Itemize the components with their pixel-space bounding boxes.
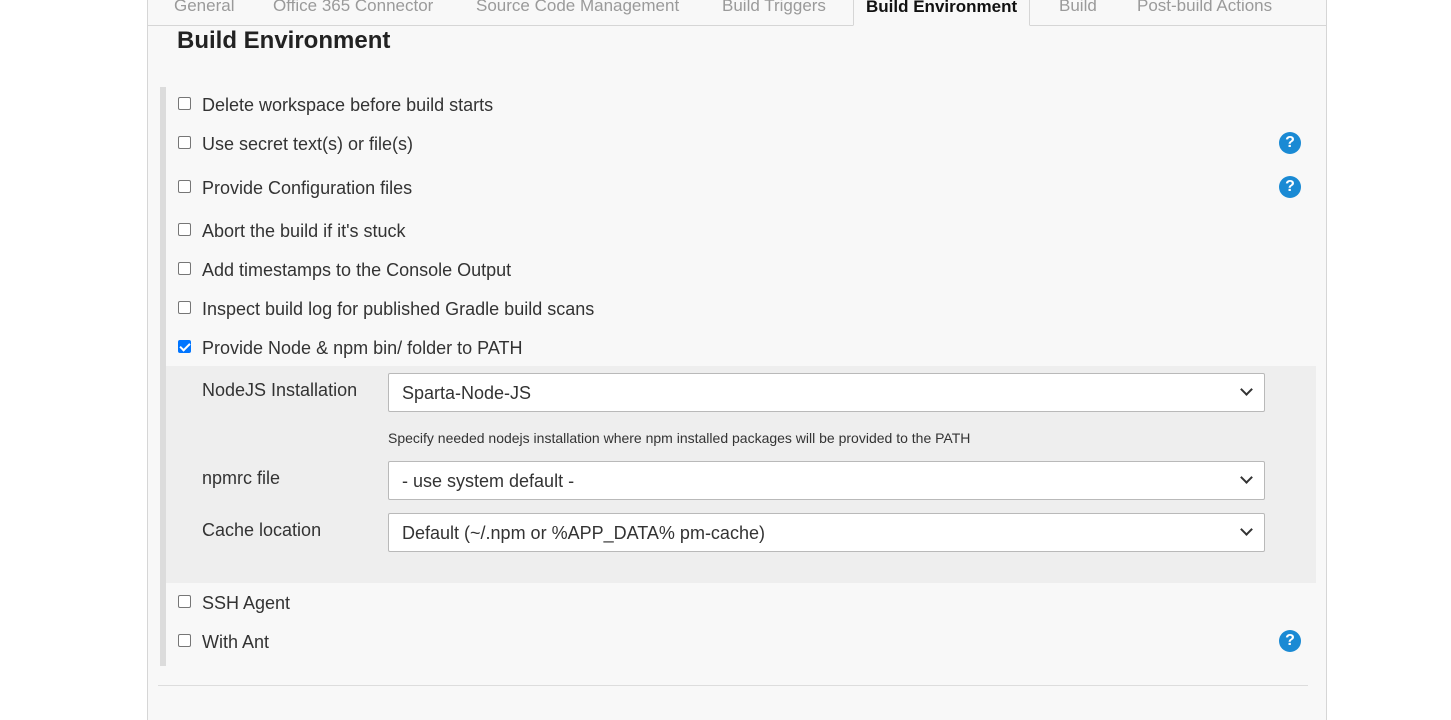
option-use-secret-text[interactable]: Use secret text(s) or file(s) xyxy=(178,132,413,156)
nodejs-installation-select[interactable]: Sparta-Node-JS xyxy=(388,373,1265,412)
config-panel: General Office 365 Connector Source Code… xyxy=(147,0,1327,720)
npmrc-file-select[interactable]: - use system default - xyxy=(388,461,1265,500)
option-inspect-gradle-scans[interactable]: Inspect build log for published Gradle b… xyxy=(178,297,594,321)
option-delete-workspace[interactable]: Delete workspace before build starts xyxy=(178,93,493,117)
chevron-down-icon xyxy=(1240,471,1253,484)
option-provide-node-npm[interactable]: Provide Node & npm bin/ folder to PATH xyxy=(178,336,522,360)
tab-post-build-actions[interactable]: Post-build Actions xyxy=(1137,0,1272,25)
cache-location-value: Default (~/.npm or %APP_DATA% pm-cache) xyxy=(402,523,765,543)
option-abort-if-stuck[interactable]: Abort the build if it's stuck xyxy=(178,219,406,243)
nodejs-installation-value: Sparta-Node-JS xyxy=(402,383,532,403)
add-timestamps-checkbox[interactable] xyxy=(178,261,191,275)
option-label: Abort the build if it's stuck xyxy=(202,220,406,241)
config-tab-bar: General Office 365 Connector Source Code… xyxy=(148,0,1326,26)
npmrc-file-value: - use system default - xyxy=(402,471,575,491)
delete-workspace-checkbox[interactable] xyxy=(178,96,191,110)
with-ant-checkbox[interactable] xyxy=(178,633,191,647)
option-with-ant[interactable]: With Ant xyxy=(178,630,269,654)
chevron-down-icon xyxy=(1240,383,1253,396)
option-label: With Ant xyxy=(202,631,270,652)
question-circle-icon[interactable]: ? xyxy=(1279,176,1301,198)
nodejs-installation-label: NodeJS Installation xyxy=(202,380,358,400)
inspect-gradle-scans-checkbox[interactable] xyxy=(178,300,191,314)
tab-build-environment[interactable]: Build Environment xyxy=(853,0,1031,26)
option-ssh-agent[interactable]: SSH Agent xyxy=(178,591,290,615)
use-secret-text-checkbox[interactable] xyxy=(178,135,191,149)
option-label: SSH Agent xyxy=(202,592,291,613)
option-label: Delete workspace before build starts xyxy=(202,94,494,115)
cache-location-label: Cache location xyxy=(202,520,322,540)
tab-build[interactable]: Build xyxy=(1059,0,1097,25)
option-label: Inspect build log for published Gradle b… xyxy=(202,298,595,319)
option-provide-configuration-files[interactable]: Provide Configuration files xyxy=(178,176,412,200)
cache-location-select[interactable]: Default (~/.npm or %APP_DATA% pm-cache) xyxy=(388,513,1265,552)
option-label: Use secret text(s) or file(s) xyxy=(202,133,414,154)
nodejs-installation-help-text: Specify needed nodejs installation where… xyxy=(388,430,971,446)
tab-general[interactable]: General xyxy=(174,0,234,25)
provide-node-npm-checkbox[interactable] xyxy=(178,339,191,353)
tab-office-365-connector[interactable]: Office 365 Connector xyxy=(273,0,433,25)
option-label: Provide Node & npm bin/ folder to PATH xyxy=(202,337,523,358)
option-label: Provide Configuration files xyxy=(202,177,413,198)
section-divider xyxy=(158,685,1308,686)
option-label: Add timestamps to the Console Output xyxy=(202,259,512,280)
node-config-block: NodeJS Installation Sparta-Node-JS Speci… xyxy=(166,366,1316,583)
question-circle-icon[interactable]: ? xyxy=(1279,132,1301,154)
npmrc-file-label: npmrc file xyxy=(202,468,281,488)
section-title: Build Environment xyxy=(177,27,391,54)
chevron-down-icon xyxy=(1240,523,1253,536)
option-add-timestamps[interactable]: Add timestamps to the Console Output xyxy=(178,258,511,282)
question-circle-icon[interactable]: ? xyxy=(1279,630,1301,652)
ssh-agent-checkbox[interactable] xyxy=(178,594,191,608)
tab-source-code-management[interactable]: Source Code Management xyxy=(476,0,679,25)
provide-configuration-files-checkbox[interactable] xyxy=(178,179,191,193)
abort-if-stuck-checkbox[interactable] xyxy=(178,222,191,236)
tab-build-triggers[interactable]: Build Triggers xyxy=(722,0,826,25)
